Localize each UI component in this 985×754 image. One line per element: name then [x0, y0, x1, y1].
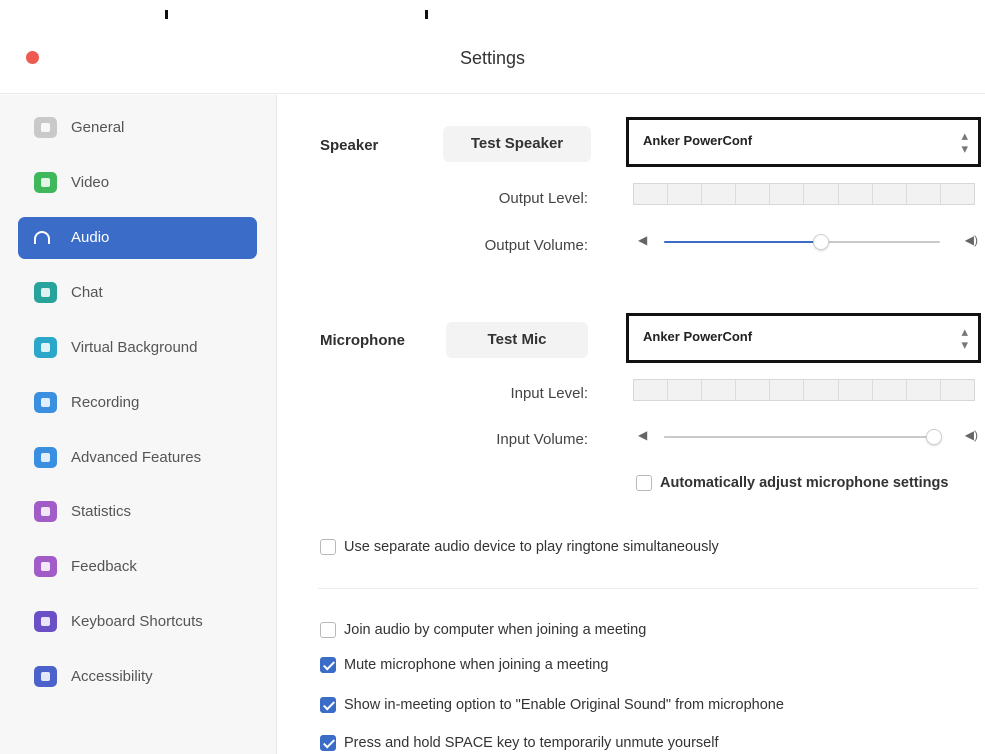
option-original-sound[interactable]: Show in-meeting option to "Enable Origin… — [320, 695, 784, 715]
volume-high-icon: ◀) — [964, 428, 978, 442]
input-volume-slider[interactable]: ◀ ◀) — [638, 426, 978, 448]
output-level-label: Output Level: — [498, 190, 588, 207]
accessibility-person-icon — [34, 666, 57, 687]
sidebar-item-virtual-background[interactable]: Virtual Background — [18, 327, 257, 369]
test-mic-button[interactable]: Test Mic — [446, 322, 588, 358]
sidebar-item-feedback[interactable]: Feedback — [18, 546, 257, 588]
sidebar-item-chat[interactable]: Chat — [18, 272, 257, 314]
keyboard-icon — [34, 611, 57, 632]
sidebar-item-label: Advanced Features — [71, 449, 202, 466]
sidebar-item-label: Audio — [71, 229, 110, 246]
sidebar-item-advanced-features[interactable]: Advanced Features — [18, 437, 257, 479]
input-level-meter — [633, 379, 975, 401]
test-speaker-button[interactable]: Test Speaker — [443, 126, 591, 162]
crop-tick — [165, 10, 168, 19]
option-label: Press and hold SPACE key to temporarily … — [344, 735, 719, 751]
slider-fill — [664, 436, 935, 438]
sidebar-item-label: Statistics — [71, 503, 132, 520]
option-checkbox[interactable] — [320, 539, 336, 555]
option-mute-on-join[interactable]: Mute microphone when joining a meeting — [320, 655, 608, 675]
headphones-icon — [34, 231, 50, 244]
sidebar-item-statistics[interactable]: Statistics — [18, 491, 257, 533]
output-volume-slider[interactable]: ◀ ◀) — [638, 231, 978, 253]
volume-high-icon: ◀) — [964, 233, 978, 247]
option-separate-ringtone[interactable]: Use separate audio device to play ringto… — [320, 537, 719, 557]
output-level-meter — [633, 183, 975, 205]
sidebar-item-video[interactable]: Video — [18, 162, 257, 204]
select-updown-icon: ▴ ▾ — [961, 324, 968, 352]
option-checkbox[interactable] — [320, 622, 336, 638]
record-circle-icon — [34, 392, 57, 413]
sidebar-item-label: Feedback — [71, 558, 137, 575]
option-checkbox[interactable] — [320, 735, 336, 751]
auto-adjust-label: Automatically adjust microphone settings — [660, 475, 949, 491]
microphone-label: Microphone — [320, 332, 405, 349]
sidebar-item-recording[interactable]: Recording — [18, 382, 257, 424]
microphone-device-select[interactable]: Anker PowerConf ▴ ▾ — [626, 313, 981, 363]
sidebar-item-label: Keyboard Shortcuts — [71, 613, 203, 630]
slider-knob[interactable] — [926, 429, 943, 445]
option-label: Mute microphone when joining a meeting — [344, 657, 609, 673]
sidebar-item-general[interactable]: General — [18, 107, 257, 149]
crop-tick — [425, 10, 428, 19]
sidebar-item-label: Recording — [71, 394, 140, 411]
speaker-label: Speaker — [320, 137, 379, 154]
sparkle-icon — [34, 447, 57, 468]
sidebar-item-label: Accessibility — [71, 668, 153, 685]
output-volume-label: Output Volume: — [484, 237, 588, 254]
sidebar-item-label: Video — [71, 174, 110, 191]
title-bar: Settings — [0, 30, 985, 94]
slider-track — [664, 429, 943, 445]
window-title: Settings — [459, 48, 526, 68]
option-checkbox[interactable] — [320, 697, 336, 713]
option-space-to-unmute[interactable]: Press and hold SPACE key to temporarily … — [320, 733, 719, 753]
person-portrait-icon — [34, 337, 57, 358]
smiley-face-icon — [34, 556, 57, 577]
sidebar-item-accessibility[interactable]: Accessibility — [18, 656, 257, 698]
volume-low-icon: ◀ — [638, 233, 648, 247]
input-level-label: Input Level: — [510, 385, 588, 402]
video-camera-icon — [34, 172, 57, 193]
section-divider — [318, 588, 978, 589]
sidebar-item-label: Virtual Background — [71, 339, 198, 356]
speaker-device-select[interactable]: Anker PowerConf ▴ ▾ — [626, 117, 981, 167]
option-label: Show in-meeting option to "Enable Origin… — [344, 697, 784, 713]
sidebar-item-keyboard-shortcuts[interactable]: Keyboard Shortcuts — [18, 601, 257, 643]
sidebar-item-label: General — [71, 119, 125, 136]
auto-adjust-mic-option[interactable]: Automatically adjust microphone settings — [636, 473, 948, 493]
gear-icon — [34, 117, 57, 138]
option-label: Use separate audio device to play ringto… — [344, 539, 719, 555]
auto-adjust-checkbox[interactable] — [636, 475, 652, 491]
sidebar-item-label: Chat — [71, 284, 103, 301]
chat-bubble-icon — [34, 282, 57, 303]
speaker-device-value: Anker PowerConf — [643, 133, 753, 148]
slider-knob[interactable] — [813, 234, 830, 250]
slider-track — [664, 234, 940, 250]
slider-fill — [664, 241, 822, 243]
top-crop-marks — [0, 0, 985, 30]
option-checkbox[interactable] — [320, 657, 336, 673]
microphone-device-value: Anker PowerConf — [643, 329, 753, 344]
option-label: Join audio by computer when joining a me… — [344, 622, 647, 638]
select-updown-icon: ▴ ▾ — [961, 128, 968, 156]
audio-settings-panel: Speaker Test Speaker Anker PowerConf ▴ ▾ … — [278, 95, 985, 754]
input-volume-label: Input Volume: — [496, 431, 588, 448]
option-join-audio-computer[interactable]: Join audio by computer when joining a me… — [320, 620, 646, 640]
sidebar-item-audio[interactable]: Audio — [18, 217, 257, 259]
volume-low-icon: ◀ — [638, 428, 648, 442]
settings-sidebar: General Video Audio Chat Virtual Backgro… — [0, 95, 277, 754]
bar-chart-icon — [34, 501, 57, 522]
